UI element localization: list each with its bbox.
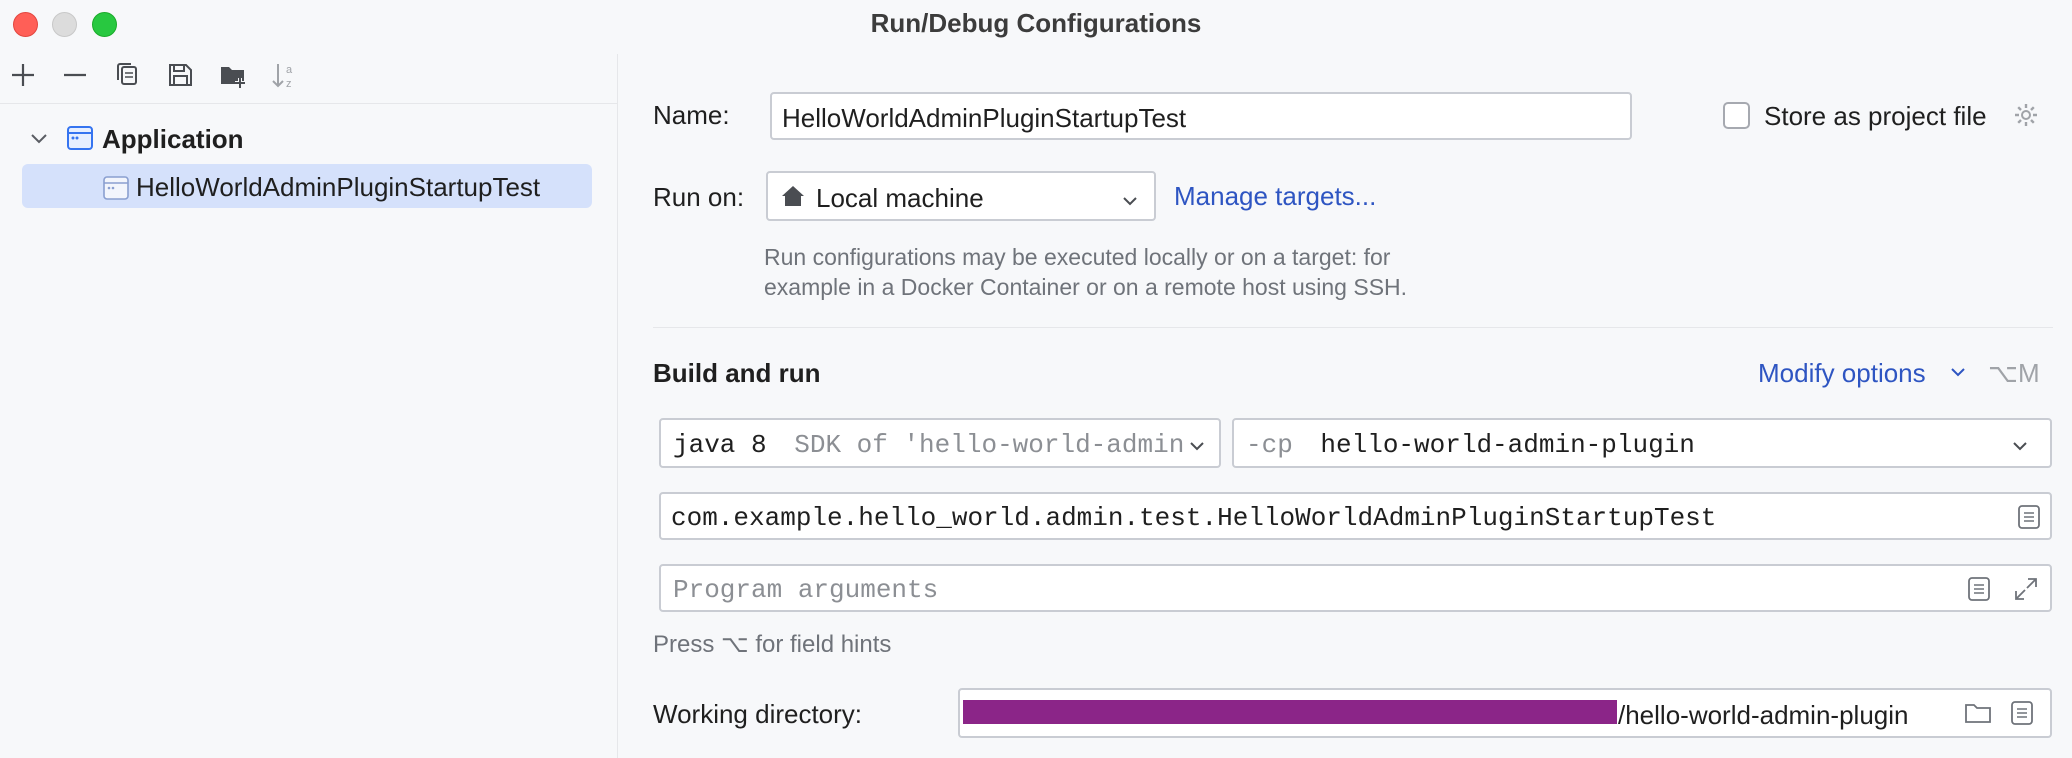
svg-text:a: a (286, 64, 293, 76)
build-and-run-title: Build and run (653, 358, 821, 388)
working-directory-value: /hello-world-admin-plugin (1618, 700, 1909, 730)
list-icon[interactable] (2017, 504, 2041, 538)
working-directory-label: Working directory: (653, 699, 863, 729)
application-icon (66, 124, 94, 157)
working-directory-field[interactable]: /hello-world-admin-plugin (958, 688, 2052, 738)
remove-icon[interactable] (58, 58, 92, 92)
manage-targets-link[interactable]: Manage targets... (1174, 181, 1376, 212)
name-label: Name: (653, 100, 730, 130)
add-icon[interactable] (6, 58, 40, 92)
home-icon (780, 184, 806, 215)
tree-item-label: HelloWorldAdminPluginStartupTest (136, 172, 541, 202)
expand-icon[interactable] (2013, 576, 2039, 610)
configuration-icon (102, 174, 130, 207)
list-icon[interactable] (1967, 576, 1991, 610)
main-class-field[interactable]: com.example.hello_world.admin.test.Hello… (659, 492, 2052, 540)
name-field-value: HelloWorldAdminPluginStartupTest (782, 103, 1187, 133)
run-on-value: Local machine (816, 183, 984, 213)
svg-text:z: z (286, 78, 292, 90)
tree-item-config[interactable]: HelloWorldAdminPluginStartupTest (22, 164, 592, 208)
run-on-label: Run on: (653, 182, 745, 212)
chevron-down-icon (1120, 187, 1140, 218)
redacted-path (963, 700, 1617, 724)
field-hints-text: Press ⌥ for field hints (653, 631, 892, 658)
sidebar-toolbar: az (0, 44, 617, 102)
program-arguments-placeholder: Program arguments (673, 575, 939, 605)
toolbar-separator (0, 103, 617, 104)
run-on-select[interactable]: Local machine (766, 171, 1156, 221)
sort-alpha-icon[interactable]: az (268, 58, 302, 92)
store-as-project-label: Store as project file (1764, 101, 1987, 131)
new-folder-icon[interactable] (216, 58, 250, 92)
save-icon[interactable] (163, 58, 197, 92)
list-icon[interactable] (2010, 700, 2034, 733)
chevron-down-icon (2010, 434, 2030, 464)
chevron-down-icon[interactable] (28, 128, 50, 155)
run-on-hint-line1: Run configurations may be executed local… (764, 244, 1391, 270)
title-bar: Run/Debug Configurations (0, 0, 2072, 44)
jdk-value: java 8 (673, 430, 767, 460)
configuration-form: Name: HelloWorldAdminPluginStartupTest S… (618, 44, 2072, 758)
configurations-sidebar: az Application HelloWorldAdminPluginStar… (0, 44, 617, 758)
window-title: Run/Debug Configurations (870, 8, 1202, 38)
jdk-select[interactable]: java 8 SDK of 'hello-world-admin (659, 418, 1221, 468)
tree-group-application[interactable]: Application (22, 116, 592, 160)
cp-prefix: -cp (1246, 430, 1293, 460)
modify-options-shortcut: ⌥M (1988, 358, 2040, 388)
copy-icon[interactable] (110, 58, 144, 92)
section-divider (653, 327, 2053, 328)
main-class-value: com.example.hello_world.admin.test.Hello… (671, 503, 1717, 533)
classpath-select[interactable]: -cp hello-world-admin-plugin (1232, 418, 2052, 468)
folder-icon[interactable] (1964, 701, 1992, 732)
program-arguments-field[interactable]: Program arguments (659, 564, 2052, 612)
modify-options-link[interactable]: Modify options (1758, 358, 1926, 389)
store-as-project-checkbox[interactable] (1723, 102, 1750, 129)
run-on-hint-line2: example in a Docker Container or on a re… (764, 274, 1408, 300)
jdk-detail: SDK of 'hello-world-admin (794, 430, 1185, 460)
name-field[interactable]: HelloWorldAdminPluginStartupTest (770, 92, 1632, 140)
chevron-down-icon (1187, 434, 1207, 464)
chevron-down-icon[interactable] (1948, 362, 1968, 387)
cp-value: hello-world-admin-plugin (1320, 430, 1695, 460)
gear-icon[interactable] (2012, 101, 2040, 134)
tree-group-label: Application (102, 124, 244, 154)
